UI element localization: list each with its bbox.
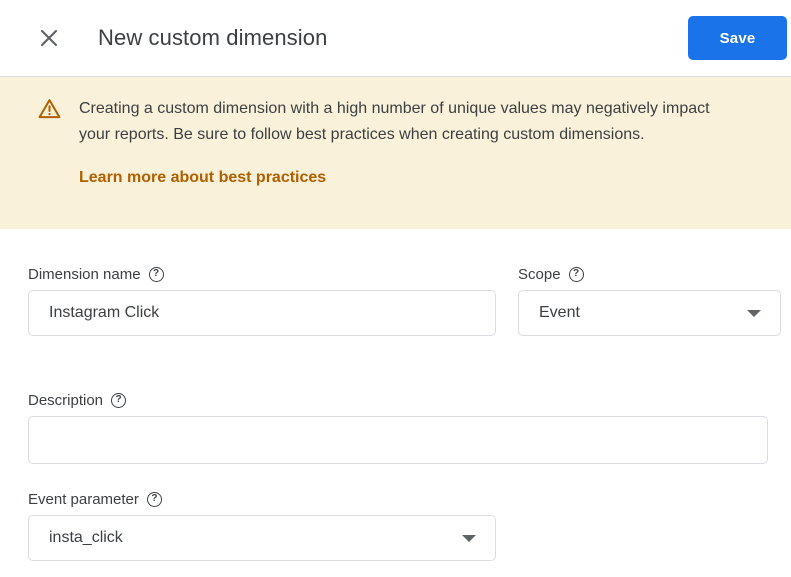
form-row-description: Description ? (28, 391, 791, 464)
page-title: New custom dimension (98, 25, 327, 51)
chevron-down-icon (747, 310, 761, 317)
dimension-name-label-row: Dimension name ? (28, 265, 496, 283)
event-parameter-label: Event parameter (28, 491, 139, 508)
save-button[interactable]: Save (688, 16, 787, 60)
warning-banner: Creating a custom dimension with a high … (0, 76, 791, 229)
form-row-name-scope: Dimension name ? Scope ? Event (28, 265, 791, 336)
scope-help-icon[interactable]: ? (569, 267, 584, 282)
warning-message: Creating a custom dimension with a high … (79, 96, 727, 148)
warning-banner-body: Creating a custom dimension with a high … (79, 96, 727, 187)
dimension-name-field: Dimension name ? (28, 265, 496, 336)
scope-dropdown-value: Event (539, 304, 580, 322)
description-field: Description ? (28, 391, 768, 464)
event-parameter-dropdown-value: insta_click (49, 529, 123, 547)
scope-label-row: Scope ? (518, 265, 781, 283)
warning-triangle-icon (38, 98, 61, 124)
dialog-header: New custom dimension Save (0, 0, 791, 76)
event-parameter-help-icon[interactable]: ? (147, 492, 162, 507)
description-label: Description (28, 392, 103, 409)
scope-label: Scope (518, 266, 561, 283)
description-help-icon[interactable]: ? (111, 393, 126, 408)
close-icon (39, 28, 59, 48)
event-parameter-label-row: Event parameter ? (28, 490, 496, 508)
description-label-row: Description ? (28, 391, 768, 409)
dimension-name-label: Dimension name (28, 266, 141, 283)
description-input[interactable] (28, 416, 768, 464)
scope-dropdown[interactable]: Event (518, 290, 781, 336)
close-button[interactable] (36, 25, 62, 51)
custom-dimension-form: Dimension name ? Scope ? Event (0, 229, 791, 561)
chevron-down-icon (462, 535, 476, 542)
event-parameter-dropdown[interactable]: insta_click (28, 515, 496, 561)
dimension-name-input[interactable] (28, 290, 496, 336)
event-parameter-field: Event parameter ? insta_click (28, 490, 496, 561)
learn-more-link[interactable]: Learn more about best practices (79, 169, 326, 187)
new-custom-dimension-dialog: New custom dimension Save Creating a cus… (0, 0, 791, 577)
dimension-name-help-icon[interactable]: ? (149, 267, 164, 282)
form-row-event-parameter: Event parameter ? insta_click (28, 490, 791, 561)
scope-field: Scope ? Event (518, 265, 781, 336)
